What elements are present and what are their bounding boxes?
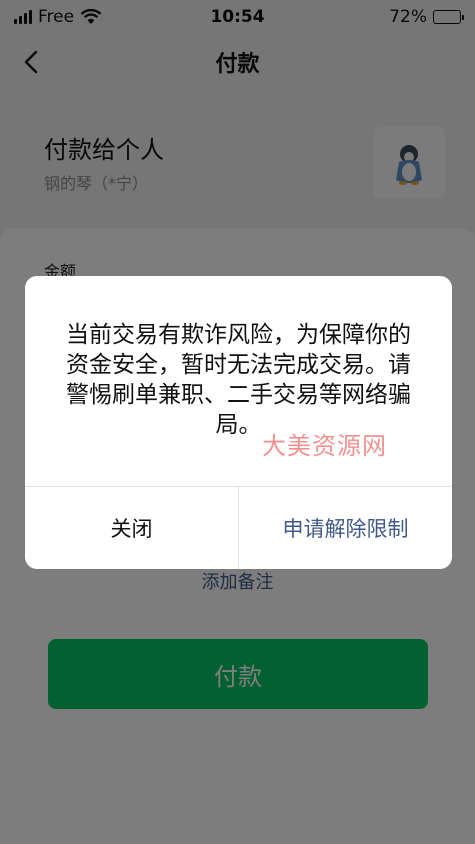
watermark: 大美资源网 (262, 432, 387, 460)
fraud-warning-dialog: 当前交易有欺诈风险，为保障你的资金安全，暂时无法完成交易。请警惕刷单兼职、二手交… (25, 276, 452, 569)
close-button[interactable]: 关闭 (25, 487, 238, 569)
appeal-restriction-button[interactable]: 申请解除限制 (239, 487, 452, 569)
dialog-message: 当前交易有欺诈风险，为保障你的资金安全，暂时无法完成交易。请警惕刷单兼职、二手交… (66, 322, 411, 438)
